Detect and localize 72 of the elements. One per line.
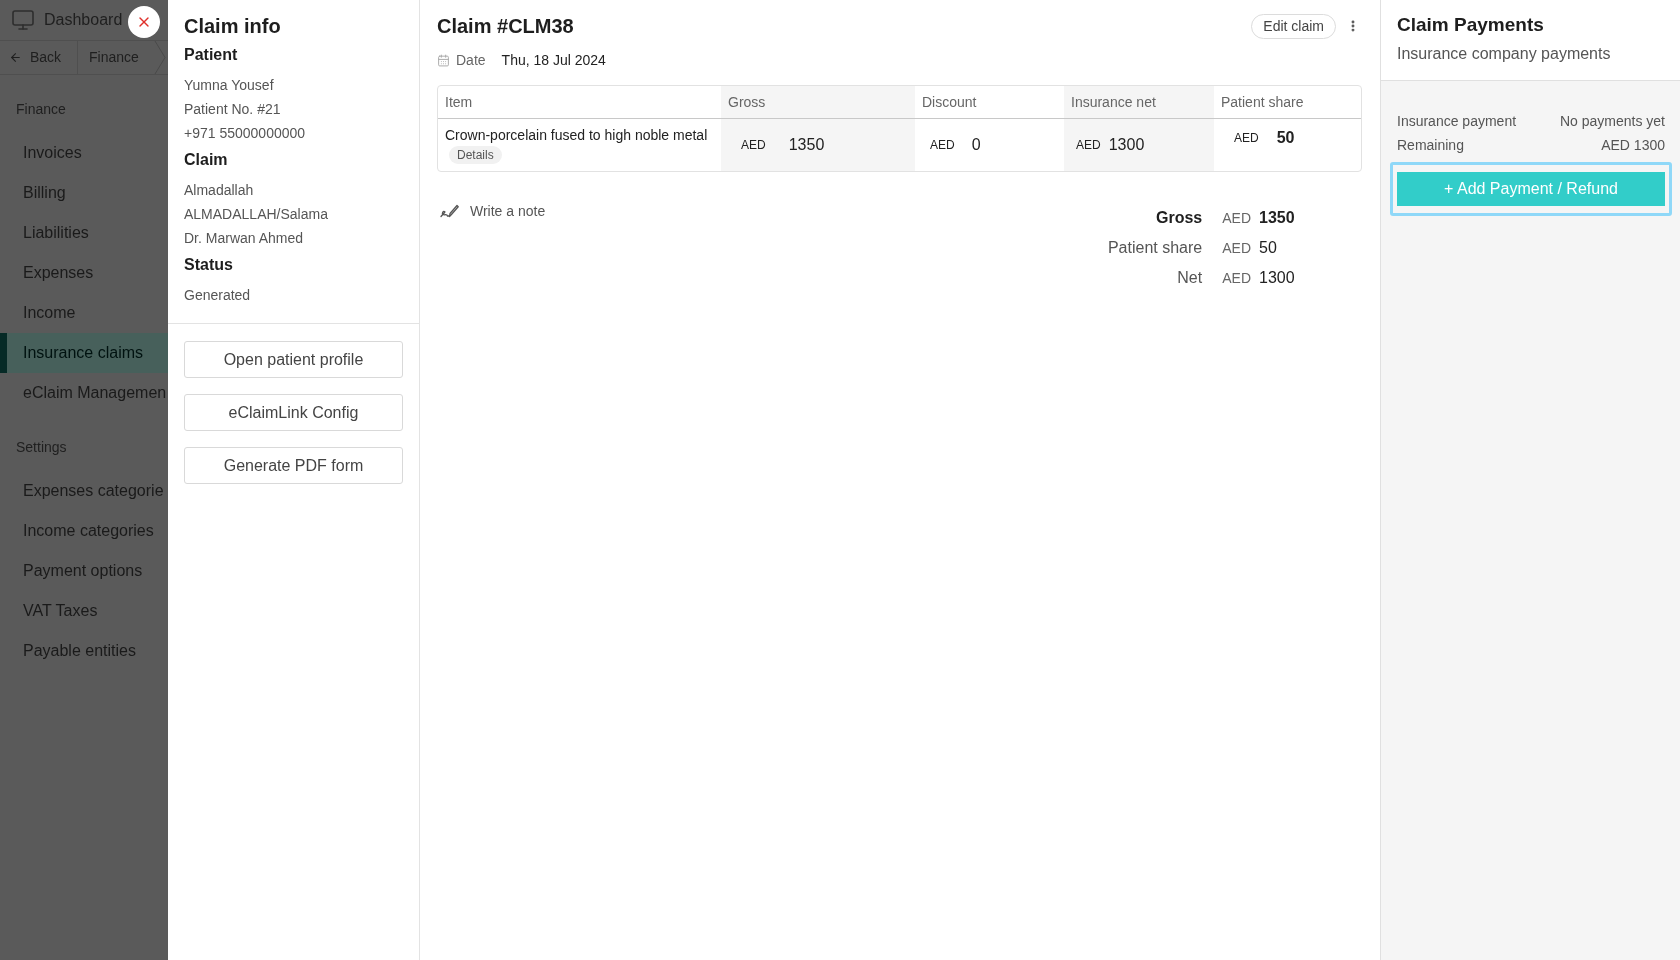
sidebar-item[interactable]: Income categories xyxy=(0,511,168,551)
monitor-icon xyxy=(11,8,35,32)
column-header: Discount xyxy=(921,92,978,112)
info-text: Dr. Marwan Ahmed xyxy=(184,229,305,248)
payment-label: Insurance payment xyxy=(1397,111,1517,131)
claim-title: Claim #CLM38 xyxy=(437,14,574,39)
info-text: Generated xyxy=(184,286,252,305)
panel-subtitle: Insurance company payments xyxy=(1397,44,1612,64)
sidebar-item[interactable]: Liabilities xyxy=(0,213,168,253)
amount-value: 50 xyxy=(1276,128,1295,148)
amount-value: 0 xyxy=(971,135,981,155)
info-text: Almadallah xyxy=(184,181,255,200)
sidebar-item[interactable]: Billing xyxy=(0,173,168,213)
dashboard-title: Dashboard xyxy=(44,10,123,30)
currency-label: AED xyxy=(1234,130,1259,147)
amount-value: 1300 xyxy=(1108,135,1145,155)
edit-claim-button[interactable]: Edit claim xyxy=(1251,13,1336,39)
column-header: Insurance net xyxy=(1064,86,1214,118)
action-button[interactable]: Open patient profile xyxy=(184,341,403,378)
calendar-icon xyxy=(437,53,450,67)
summary-amount: 1350 xyxy=(1259,208,1296,228)
breadcrumb-link[interactable]: Finance xyxy=(78,41,168,74)
column-header: Patient share xyxy=(1220,92,1305,112)
group-heading: Claim xyxy=(184,150,229,170)
section-label: Finance xyxy=(15,100,67,119)
info-text: Yumna Yousef xyxy=(184,76,275,95)
info-text: ALMADALLAH/Salama xyxy=(184,205,329,224)
currency-label: AED xyxy=(1221,239,1252,258)
group-heading: Status xyxy=(184,255,234,275)
summary-label: Gross xyxy=(1154,208,1203,228)
summary-label: Net xyxy=(1176,268,1203,288)
amount-value: 1350 xyxy=(788,135,825,155)
section-label: Settings xyxy=(15,438,68,457)
pen-icon xyxy=(440,204,459,218)
item-name: Crown-porcelain fused to high noble metal xyxy=(445,126,708,144)
group-heading: Patient xyxy=(184,45,239,65)
sidebar-item[interactable]: VAT Taxes xyxy=(0,591,168,631)
sidebar-item[interactable]: Insurance claims xyxy=(0,333,168,373)
summary-amount: 50 xyxy=(1259,238,1278,258)
currency-label: AED xyxy=(1221,209,1252,228)
sidebar-item[interactable]: Expenses categorie xyxy=(0,471,168,511)
sidebar-item[interactable]: eClaim Managemen xyxy=(0,373,168,413)
action-button[interactable]: Generate PDF form xyxy=(184,447,403,484)
sidebar-item[interactable]: Payable entities xyxy=(0,631,168,671)
close-button[interactable] xyxy=(128,6,160,38)
currency-label: AED xyxy=(1221,269,1252,288)
action-button[interactable]: eClaimLink Config xyxy=(184,394,403,431)
currency-label: AED xyxy=(741,137,766,154)
sidebar-item[interactable]: Invoices xyxy=(0,133,168,173)
sidebar-item[interactable]: Expenses xyxy=(0,253,168,293)
currency-label: AED xyxy=(930,137,955,154)
summary-amount: 1300 xyxy=(1259,268,1296,288)
info-text: Patient No. #21 xyxy=(184,100,282,119)
panel-title: Claim info xyxy=(184,14,282,39)
column-header: Gross xyxy=(721,86,915,118)
panel-title: Claim Payments xyxy=(1397,13,1545,37)
info-text: +971 55000000000 xyxy=(184,124,307,143)
add-payment-button[interactable]: + Add Payment / Refund xyxy=(1390,162,1672,216)
payment-value: No payments yet xyxy=(1559,111,1665,131)
arrow-left-icon xyxy=(9,51,22,64)
payment-value: AED 1300 xyxy=(1601,135,1665,155)
date-value: Thu, 18 Jul 2024 xyxy=(501,50,606,70)
details-button[interactable]: Details xyxy=(449,146,502,164)
column-header: Item xyxy=(444,92,474,112)
sidebar-item[interactable]: Income xyxy=(0,293,168,333)
payment-label: Remaining xyxy=(1397,135,1464,155)
summary-label: Patient share xyxy=(1107,238,1203,258)
currency-label: AED xyxy=(1076,137,1101,154)
sidebar-item[interactable]: Payment options xyxy=(0,551,168,591)
back-button[interactable]: Back xyxy=(0,41,78,74)
write-note-link[interactable]: Write a note xyxy=(437,201,546,221)
date-label: Date xyxy=(456,50,486,70)
